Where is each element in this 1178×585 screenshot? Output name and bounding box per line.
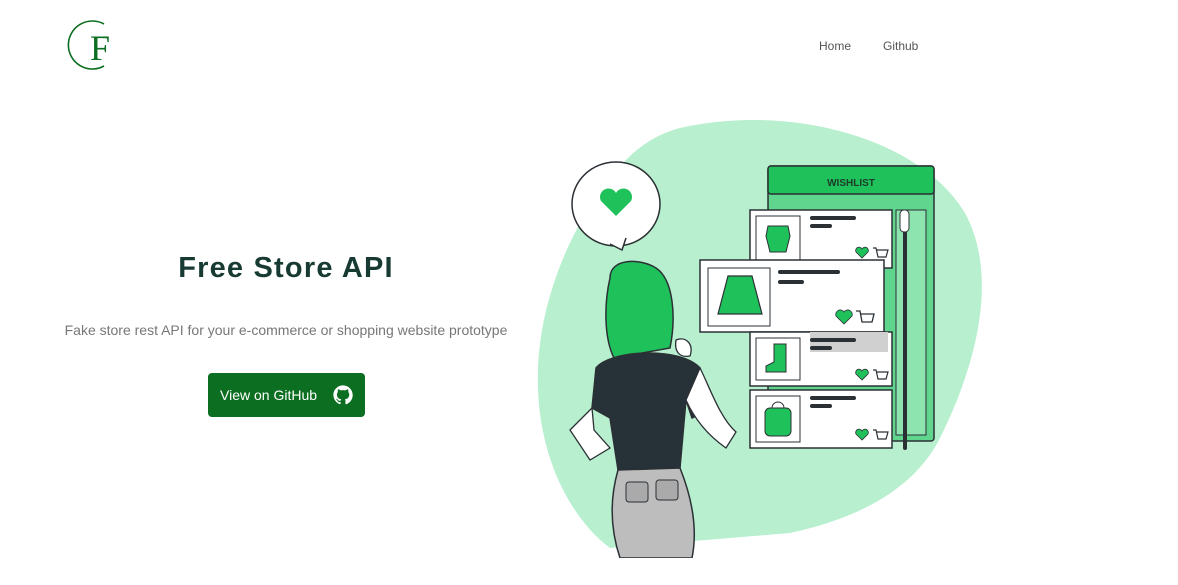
top-nav: Home Github bbox=[0, 39, 1178, 55]
wishlist-title: WISHLIST bbox=[827, 178, 875, 189]
hero-illustration: WISHLIST bbox=[537, 119, 982, 558]
nav-github-link[interactable]: Github bbox=[883, 39, 918, 53]
wishlist-card-backpack bbox=[749, 389, 893, 449]
page-title: Free Store API bbox=[178, 252, 394, 284]
view-on-github-button[interactable]: View on GitHub bbox=[208, 373, 365, 417]
wishlist-card-skirt bbox=[699, 259, 885, 333]
wishlist-card-boot bbox=[749, 331, 893, 387]
nav-home-link[interactable]: Home bbox=[819, 39, 851, 53]
github-icon bbox=[333, 385, 353, 405]
hero-subtitle: Fake store rest API for your e-commerce … bbox=[64, 322, 508, 338]
view-on-github-label: View on GitHub bbox=[220, 387, 318, 403]
